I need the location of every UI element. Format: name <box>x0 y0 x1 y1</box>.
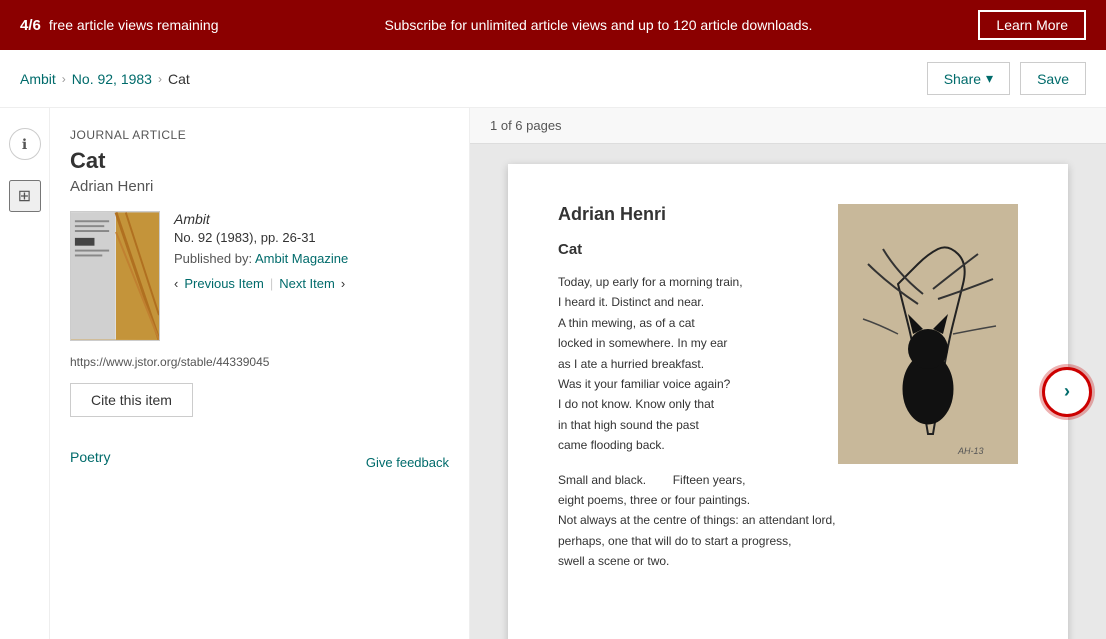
breadcrumb-issue-link[interactable]: No. 92, 1983 <box>72 71 152 87</box>
banner-subscribe-text: Subscribe for unlimited article views an… <box>218 17 978 33</box>
cat-illustration-area: AH-13 <box>838 204 1018 464</box>
journal-name: Ambit <box>174 211 449 227</box>
article-panel: JOURNAL ARTICLE Cat Adrian Henri <box>50 108 470 639</box>
published-by-row: Published by: Ambit Magazine <box>174 251 449 266</box>
breadcrumb-bar: Ambit › No. 92, 1983 › Cat Share ▾ Save <box>0 50 1106 108</box>
thumbnail-inner <box>71 212 159 340</box>
main-layout: ℹ ⊞ JOURNAL ARTICLE Cat Adrian Henri <box>0 108 1106 639</box>
page-document: AH-13 Adrian Henri Cat Today, up early f… <box>508 164 1068 639</box>
nav-links: ‹ Previous Item | Next Item › <box>174 276 449 291</box>
article-title: Cat <box>70 148 449 174</box>
save-button[interactable]: Save <box>1020 62 1086 95</box>
share-label: Share <box>944 71 981 87</box>
article-author: Adrian Henri <box>70 178 449 195</box>
info-icon: ℹ <box>22 136 27 153</box>
published-by-prefix: Published by: <box>174 251 252 266</box>
svg-text:AH-13: AH-13 <box>957 446 984 456</box>
next-item-link[interactable]: Next Item <box>279 276 335 291</box>
article-type-label: JOURNAL ARTICLE <box>70 128 449 142</box>
publisher-link[interactable]: Ambit Magazine <box>255 251 348 266</box>
prev-item-link[interactable]: Previous Item <box>184 276 263 291</box>
next-page-button[interactable]: › <box>1042 367 1092 417</box>
document-viewer: 1 of 6 pages <box>470 108 1106 639</box>
grid-icon-button[interactable]: ⊞ <box>9 180 41 212</box>
breadcrumb-sep-2: › <box>158 72 162 86</box>
views-text: free article views remaining <box>49 17 219 33</box>
viewer-content: AH-13 Adrian Henri Cat Today, up early f… <box>470 144 1106 639</box>
stable-url: https://www.jstor.org/stable/44339045 <box>70 355 449 369</box>
info-icon-button[interactable]: ℹ <box>9 128 41 160</box>
viewer-header: 1 of 6 pages <box>470 108 1106 144</box>
breadcrumb: Ambit › No. 92, 1983 › Cat <box>20 71 190 87</box>
top-banner: 4/6 free article views remaining Subscri… <box>0 0 1106 50</box>
grid-icon: ⊞ <box>18 186 31 206</box>
next-chevron-icon: › <box>1064 381 1070 402</box>
left-chevron-icon: ‹ <box>174 276 178 291</box>
breadcrumb-home-link[interactable]: Ambit <box>20 71 56 87</box>
banner-left: 4/6 free article views remaining <box>20 17 218 34</box>
share-button[interactable]: Share ▾ <box>927 62 1010 95</box>
side-icon-panel: ℹ ⊞ <box>0 108 50 639</box>
page-info: 1 of 6 pages <box>490 118 562 133</box>
feedback-link[interactable]: Give feedback <box>366 455 449 470</box>
article-details: Ambit No. 92 (1983), pp. 26-31 Published… <box>174 211 449 341</box>
views-count: 4/6 <box>20 17 41 34</box>
article-thumbnail <box>70 211 160 341</box>
breadcrumb-actions: Share ▾ Save <box>927 62 1086 95</box>
poetry-tag-link[interactable]: Poetry <box>70 449 110 465</box>
chevron-down-icon: ▾ <box>986 70 993 87</box>
learn-more-button[interactable]: Learn More <box>978 10 1086 40</box>
breadcrumb-sep-1: › <box>62 72 66 86</box>
article-issue: No. 92 (1983), pp. 26-31 <box>174 230 449 245</box>
cite-button[interactable]: Cite this item <box>70 383 193 417</box>
thumbnail-svg <box>71 211 159 341</box>
cat-illustration-svg: AH-13 <box>838 204 1018 464</box>
poem-stanza-2: Small and black. Fifteen years, eight po… <box>558 470 1018 572</box>
right-chevron-icon: › <box>341 276 345 291</box>
bottom-row: Poetry Give feedback <box>70 443 449 470</box>
article-meta-row: Ambit No. 92 (1983), pp. 26-31 Published… <box>70 211 449 341</box>
breadcrumb-current: Cat <box>168 71 190 87</box>
nav-separator: | <box>270 276 273 291</box>
